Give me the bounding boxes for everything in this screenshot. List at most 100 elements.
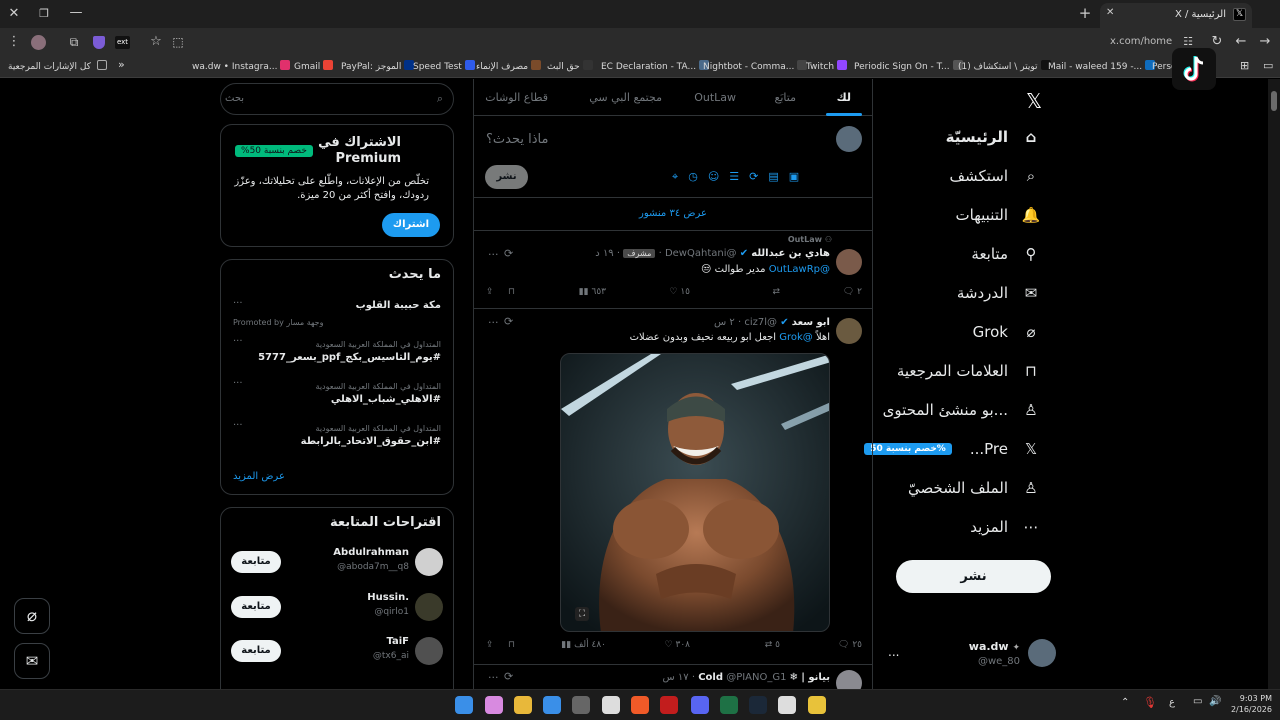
steam-icon[interactable] [749, 696, 767, 714]
follow-button[interactable]: متابعة [231, 551, 281, 573]
author-handle[interactable]: @ciz7l [744, 317, 777, 328]
nav-item-creator[interactable]: ♙ ...بو منشئ المحتوى [883, 395, 1042, 425]
chatgpt-icon[interactable] [602, 696, 620, 714]
tweet-time[interactable]: ١٩ د [595, 248, 613, 259]
file-explorer-icon[interactable] [514, 696, 532, 714]
language-indicator[interactable]: ع [1169, 697, 1175, 708]
bookmark-item[interactable]: مصرف الإنماء [476, 60, 542, 72]
bookmark-item[interactable]: EC Declaration - TA... [601, 60, 710, 72]
search-box[interactable]: ⌕ بحث [220, 83, 454, 115]
trend-more-icon[interactable]: ··· [233, 420, 243, 431]
scrollbar-thumb[interactable] [1271, 91, 1277, 111]
nav-item-grok[interactable]: ⌀ Grok [973, 317, 1042, 347]
all-bookmarks[interactable]: كل الإشارات المرجعية [8, 60, 107, 72]
author-handle[interactable]: @DewQahtani [665, 248, 737, 259]
tab-outlaw[interactable]: OutLaw [694, 91, 736, 104]
nav-item-mail[interactable]: ✉ الدردشة [957, 278, 1042, 308]
like-button[interactable]: ♡ ١٥ [669, 287, 690, 297]
capcut-icon[interactable] [778, 696, 796, 714]
network-icon[interactable]: ▭ [1193, 696, 1202, 707]
bookmark-item[interactable]: Speed Test [413, 60, 475, 72]
account-switcher[interactable]: wa.dw ✦ @we_80 ... [886, 637, 1056, 677]
excel-icon[interactable] [720, 696, 738, 714]
tweet-time[interactable]: ٢ س [714, 317, 735, 328]
author-name[interactable]: Cold [698, 672, 723, 683]
new-tab-button[interactable]: + [1075, 3, 1095, 23]
tab-wushat[interactable]: قطاع الوشات [485, 91, 548, 104]
tray-overflow-icon[interactable]: ⌃ [1121, 697, 1129, 708]
author-name[interactable]: ابو سعد [792, 317, 830, 328]
show-new-posts[interactable]: عرض ٣٤ منشور [474, 208, 872, 219]
sidebar-toggle-icon[interactable]: ▭ [1263, 59, 1273, 72]
bookmark-item[interactable]: PayPal: الموجز [341, 60, 415, 72]
shield-extension-icon[interactable] [93, 36, 105, 49]
follow-button[interactable]: متابعة [231, 640, 281, 662]
nav-item-more[interactable]: ⋯ المزيد [970, 512, 1042, 542]
schedule-icon[interactable]: ◷ [688, 170, 698, 184]
ext-icon[interactable]: ext [115, 36, 130, 49]
nav-item-profile[interactable]: ♙ الملف الشخصيّ [908, 473, 1042, 503]
tweet-more-icon[interactable]: ··· [488, 671, 499, 684]
share-icon[interactable]: ⬚ [168, 32, 188, 52]
share-button[interactable]: ⇪ [486, 287, 494, 297]
grid-icon[interactable]: ⊞ [1240, 59, 1249, 72]
like-button[interactable]: ♡ ٣٠٨ [665, 640, 690, 650]
active-tab[interactable]: ✕ الرئيسية / X 𝕏 [1100, 3, 1252, 28]
reply-button[interactable]: 🗨 ٢ [843, 287, 862, 297]
minimize-window-icon[interactable]: — [66, 3, 86, 23]
trend-item[interactable]: ··· المتداول في المملكة العربية السعودية #… [221, 420, 453, 458]
trend-item[interactable]: ··· المتداول في المملكة العربية السعودية #… [221, 378, 453, 416]
tab-following[interactable]: متابَع [775, 91, 796, 104]
views-count[interactable]: ▮▮ ٤٨٠ ألف [561, 640, 606, 650]
tab-for-you[interactable]: لك [837, 91, 851, 104]
tiktok-icon[interactable] [1172, 48, 1216, 90]
grok-explain-icon[interactable]: ⟳ [504, 315, 513, 328]
poll-icon[interactable]: ☰ [729, 170, 739, 184]
nav-item-bookmark[interactable]: ⊓ العلامات المرجعية [897, 356, 1042, 386]
close-tab-icon[interactable]: ✕ [1106, 7, 1114, 18]
volume-icon[interactable]: 🔊 [1209, 696, 1221, 707]
author-name[interactable]: هادي بن عبدالله [751, 248, 830, 259]
author-handle[interactable]: @PIANO_G1 [726, 672, 786, 683]
bookmark-item[interactable]: Twitch [806, 60, 848, 72]
location-icon[interactable]: ⌖ [672, 170, 678, 184]
image-alt-icon[interactable]: ⛶ [575, 607, 589, 621]
clock[interactable]: 9:03 PM 2/16/2026 [1228, 693, 1272, 715]
bookmark-item[interactable]: Nightbot - Comma... [703, 60, 808, 72]
trend-more-icon[interactable]: ··· [233, 336, 243, 347]
tweet[interactable]: OutLaw ⚇ هادي بن عبدالله ✔ @DewQahtani ·… [474, 231, 872, 309]
follow-suggestion[interactable]: Abdulrahman @aboda7m__q8 متابعة [221, 544, 453, 582]
bookmark-button[interactable]: ⊓ [508, 640, 515, 650]
show-more-trends[interactable]: عرض المزيد [233, 471, 285, 482]
trend-item[interactable]: ··· المتداول في المملكة العربية السعودية #… [221, 336, 453, 374]
compose-input[interactable]: ماذا يحدث؟ [486, 132, 548, 147]
gif-icon[interactable]: ▤ [768, 170, 778, 184]
restore-window-icon[interactable]: ❐ [34, 4, 54, 24]
adobe-icon[interactable] [660, 696, 678, 714]
bookmark-item[interactable]: Mail - waleed 159 -... [1048, 60, 1156, 72]
retweet-button[interactable]: ⇄ [772, 287, 780, 297]
nav-item-x-logo[interactable]: 𝕏 Pre... %خصم بنسبة 50 [864, 434, 1042, 464]
discord-icon[interactable] [691, 696, 709, 714]
tweet-more-icon[interactable]: ··· [488, 248, 499, 261]
store-icon[interactable] [543, 696, 561, 714]
account-more-icon[interactable]: ... [888, 645, 899, 659]
trend-more-icon[interactable]: ··· [233, 298, 243, 309]
tweet-time[interactable]: ١٧ س [663, 672, 689, 683]
share-button[interactable]: ⇪ [486, 640, 494, 650]
post-button[interactable]: نشر [896, 560, 1051, 593]
tweet-more-icon[interactable]: ··· [488, 316, 499, 329]
grok-float-icon[interactable]: ⌀ [14, 598, 50, 634]
bookmark-star-icon[interactable]: ☆ [146, 32, 166, 52]
compose-post-button[interactable]: نشر [485, 165, 528, 189]
trend-more-icon[interactable]: ··· [233, 378, 243, 389]
views-count[interactable]: ▮▮ ٦٥٣ [579, 287, 606, 297]
follow-suggestion[interactable]: TaiF @tx6_ai متابعة [221, 633, 453, 671]
reply-button[interactable]: 🗨 ٢٥ [838, 640, 862, 650]
x-logo-icon[interactable]: 𝕏 [1022, 89, 1046, 113]
forward-icon[interactable]: ← [1231, 32, 1251, 52]
retweet-button[interactable]: ⇄ ٥ [765, 640, 780, 650]
tab-pc-community[interactable]: مجتمع البي سي [589, 91, 662, 104]
nav-item-person-plus[interactable]: ⚲ متابعة [971, 239, 1042, 269]
messages-float-icon[interactable]: ✉ [14, 643, 50, 679]
